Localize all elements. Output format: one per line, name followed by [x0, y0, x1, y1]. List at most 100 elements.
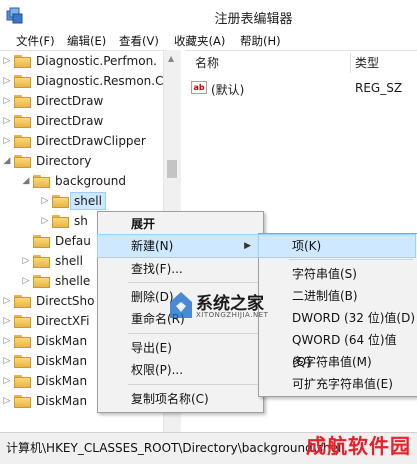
watermark-logo: 系统之家 XITONGZHIJIA.NET [168, 288, 278, 326]
expand-arrow-icon[interactable]: ▷ [21, 276, 31, 286]
menu-edit[interactable]: 编辑(E) [67, 33, 106, 49]
submenu-key[interactable]: 项(K) [258, 234, 416, 258]
tree-node[interactable]: ▷ shell [0, 192, 180, 212]
expand-arrow-icon[interactable]: ▷ [21, 256, 31, 266]
tree-node[interactable]: ▷ Diagnostic.Resmon.C [0, 72, 180, 92]
folder-icon [33, 235, 50, 248]
folder-icon [33, 275, 50, 288]
value-row-default[interactable]: ab (默认) REG_SZ [185, 78, 417, 98]
folder-icon [14, 335, 31, 348]
expand-arrow-icon[interactable]: ▷ [2, 116, 12, 126]
expand-arrow-icon[interactable]: ▷ [2, 76, 12, 86]
status-path: 计算机\HKEY_CLASSES_ROOT\Directory\backgrou… [6, 441, 345, 455]
menu-new-label: 新建(N) [131, 239, 174, 253]
tree-node[interactable]: ▷ DirectDraw [0, 92, 180, 112]
tree-node-label: DiskMan [36, 354, 88, 368]
corner-watermark: 成航软件园 [306, 434, 411, 458]
menu-new[interactable]: 新建(N) ▶ [97, 234, 262, 258]
menu-file[interactable]: 文件(F) [16, 33, 55, 49]
folder-icon [14, 115, 31, 128]
collapse-arrow-icon[interactable]: ◢ [21, 176, 31, 186]
submenu-multi-string-value[interactable]: 多字符串值(M) [259, 351, 415, 373]
folder-icon [14, 135, 31, 148]
expand-arrow-icon[interactable]: ▷ [40, 216, 50, 226]
menu-expand[interactable]: 展开 [98, 213, 261, 235]
menu-permissions[interactable]: 权限(P)... [98, 359, 261, 381]
tree-node-label: Directory [36, 154, 92, 168]
expand-arrow-icon[interactable]: ▷ [2, 136, 12, 146]
expand-arrow-icon[interactable]: ▷ [2, 56, 12, 66]
expand-arrow-icon[interactable]: ▷ [40, 196, 50, 206]
tree-node-label: sh [74, 214, 88, 228]
collapse-arrow-icon[interactable]: ◢ [2, 156, 12, 166]
menu-help[interactable]: 帮助(H) [240, 33, 281, 49]
menu-favorites[interactable]: 收藏夹(A) [174, 33, 225, 49]
tree-node-label: DiskMan [36, 334, 88, 348]
folder-icon [33, 175, 50, 188]
house-logo-icon [170, 292, 192, 318]
expand-arrow-icon[interactable]: ▷ [2, 356, 12, 366]
submenu-dword-value[interactable]: DWORD (32 位)值(D) [259, 307, 415, 329]
tree-node-label: Defau [55, 234, 91, 248]
tree-node[interactable]: ▷ Diagnostic.Perfmon. [0, 52, 180, 72]
folder-icon [14, 315, 31, 328]
expand-arrow-icon[interactable]: ▷ [2, 336, 12, 346]
column-header-name[interactable]: 名称 [195, 51, 219, 75]
menu-export[interactable]: 导出(E) [98, 337, 261, 359]
tree-node[interactable]: ▷ DirectDrawClipper [0, 132, 180, 152]
column-separator[interactable] [350, 53, 351, 73]
tree-node-label: background [55, 174, 126, 188]
column-header-type[interactable]: 类型 [355, 51, 379, 75]
submenu-arrow-icon: ▶ [244, 241, 251, 251]
tree-node-label: Diagnostic.Perfmon. [36, 54, 157, 68]
submenu-string-value[interactable]: 字符串值(S) [259, 263, 415, 285]
tree-node-label: shell [70, 192, 106, 210]
tree-node-label: shell [55, 254, 83, 268]
title-bar: 注册表编辑器 [0, 0, 417, 32]
folder-icon [14, 75, 31, 88]
expand-arrow-icon[interactable]: ▷ [2, 296, 12, 306]
tree-node-label: shelle [55, 274, 91, 288]
expand-arrow-icon[interactable]: ▷ [2, 396, 12, 406]
submenu-expandable-string-value[interactable]: 可扩充字符串值(E) [259, 373, 415, 395]
menu-find[interactable]: 查找(F)... [98, 258, 261, 280]
tree-node-label: DirectSho [36, 294, 95, 308]
tree-node-label: DiskMan [36, 394, 88, 408]
tree-node-label: DirectDrawClipper [36, 134, 146, 148]
new-submenu: 项(K) 字符串值(S) 二进制值(B) DWORD (32 位)值(D) QW… [258, 233, 417, 397]
tree-node[interactable]: ▷ DirectDraw [0, 112, 180, 132]
expand-arrow-icon[interactable]: ▷ [2, 376, 12, 386]
value-name: (默认) [211, 83, 245, 97]
folder-icon [14, 375, 31, 388]
expand-arrow-icon[interactable]: ▷ [2, 96, 12, 106]
menu-copy-key-name[interactable]: 复制项名称(C) [98, 388, 261, 410]
window-title: 注册表编辑器 [214, 12, 293, 27]
string-value-icon: ab [191, 81, 207, 94]
menu-view[interactable]: 查看(V) [119, 33, 159, 49]
submenu-qword-value[interactable]: QWORD (64 位)值(Q) [259, 329, 415, 369]
expand-arrow-icon[interactable]: ▷ [2, 316, 12, 326]
folder-icon [33, 255, 50, 268]
folder-icon [14, 395, 31, 408]
tree-node[interactable]: ◢ background [0, 172, 180, 192]
tree-node-label: Diagnostic.Resmon.C [36, 74, 164, 88]
folder-icon [14, 55, 31, 68]
menu-separator [289, 259, 413, 260]
tree-node-label: DirectXFi [36, 314, 90, 328]
folder-icon [14, 295, 31, 308]
tree-node-label: DiskMan [36, 374, 88, 388]
folder-icon [14, 155, 31, 168]
folder-icon [52, 195, 69, 208]
tree-node-label: DirectDraw [36, 94, 104, 108]
folder-icon [14, 355, 31, 368]
menu-separator [128, 282, 258, 283]
tree-node[interactable]: ◢ Directory [0, 152, 180, 172]
scroll-up-icon[interactable]: ▲ [168, 54, 174, 63]
menu-separator [128, 333, 258, 334]
menu-separator [128, 384, 258, 385]
scroll-thumb[interactable] [167, 160, 177, 178]
tree-node-label: DirectDraw [36, 114, 104, 128]
watermark-subtext: XITONGZHIJIA.NET [196, 311, 269, 319]
submenu-binary-value[interactable]: 二进制值(B) [259, 285, 415, 307]
folder-icon [14, 95, 31, 108]
